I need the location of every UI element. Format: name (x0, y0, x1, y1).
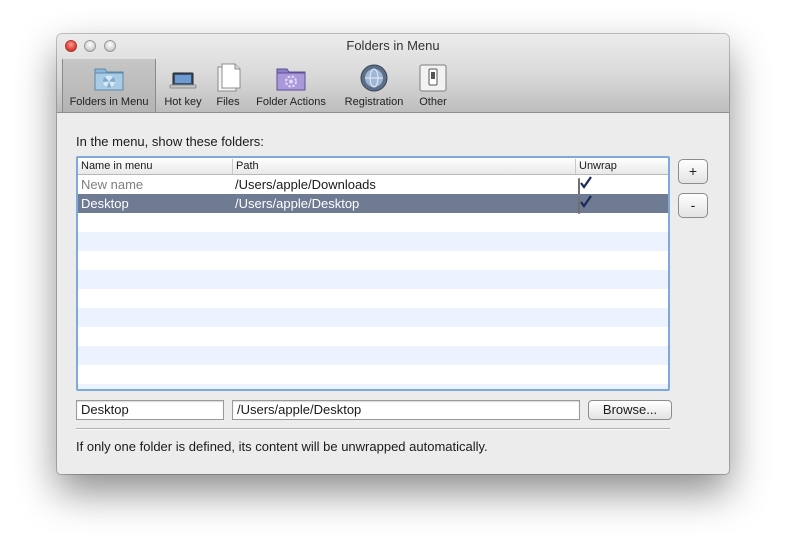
tab-label: Other (419, 96, 447, 108)
window-title: Folders in Menu (346, 38, 440, 53)
table-row[interactable]: Desktop /Users/apple/Desktop (78, 194, 668, 214)
empty-row (78, 365, 668, 384)
intro-text: In the menu, show these folders: (76, 134, 264, 149)
tab-other[interactable]: Other (414, 59, 452, 112)
switch-icon (419, 64, 447, 92)
empty-row (78, 384, 668, 389)
empty-row (78, 289, 668, 308)
preferences-window: Folders in Menu Folders in Menu Hot key (57, 34, 729, 474)
tab-label: Files (216, 96, 240, 108)
browse-button[interactable]: Browse... (588, 400, 672, 420)
row-path: /Users/apple/Desktop (235, 196, 360, 211)
column-header-path[interactable]: Path (232, 159, 575, 174)
folder-radiation-icon (94, 68, 124, 91)
empty-row (78, 232, 668, 251)
table-row[interactable]: New name /Users/apple/Downloads (78, 175, 668, 195)
keyboard-icon (169, 72, 197, 89)
empty-row (78, 308, 668, 327)
empty-row (78, 270, 668, 289)
registration-globe-icon (360, 64, 388, 92)
tab-label: Folder Actions (256, 96, 326, 108)
tab-registration[interactable]: Registration (337, 59, 411, 112)
tab-files[interactable]: Files (210, 59, 246, 112)
table-body: New name /Users/apple/Downloads Desktop … (78, 175, 668, 389)
folders-table[interactable]: Name in menu Path Unwrap New name /Users… (76, 156, 670, 391)
tab-label: Folders in Menu (69, 96, 149, 108)
table-header: Name in menu Path Unwrap (78, 158, 668, 175)
unwrap-checkbox[interactable] (578, 195, 592, 214)
title-bar: Folders in Menu Folders in Menu Hot key (57, 34, 729, 113)
tab-folder-actions[interactable]: Folder Actions (250, 59, 332, 112)
folder-path-field[interactable]: /Users/apple/Desktop (232, 400, 580, 420)
content-pane: In the menu, show these folders: Name in… (57, 113, 729, 474)
tab-label: Registration (344, 96, 404, 108)
add-folder-button[interactable]: + (678, 159, 708, 184)
row-name: New name (81, 177, 144, 192)
folder-actions-icon (276, 68, 306, 91)
unwrap-checkbox[interactable] (578, 176, 592, 195)
empty-row (78, 213, 668, 232)
checkmark-icon (580, 176, 592, 189)
tab-label: Hot key (164, 96, 202, 108)
empty-row (78, 346, 668, 365)
tab-hot-key[interactable]: Hot key (158, 59, 208, 112)
column-header-unwrap[interactable]: Unwrap (575, 159, 668, 174)
documents-icon (217, 63, 241, 92)
empty-row (78, 327, 668, 346)
divider (76, 428, 670, 430)
remove-folder-button[interactable]: - (678, 193, 708, 218)
checkmark-icon (580, 195, 592, 208)
unwrap-note: If only one folder is defined, its conte… (76, 439, 488, 454)
tab-folders-in-menu[interactable]: Folders in Menu (62, 59, 156, 112)
column-header-name[interactable]: Name in menu (78, 159, 232, 174)
folder-name-field[interactable]: Desktop (76, 400, 224, 420)
row-path: /Users/apple/Downloads (235, 177, 376, 192)
empty-row (78, 251, 668, 270)
row-name: Desktop (81, 196, 129, 211)
